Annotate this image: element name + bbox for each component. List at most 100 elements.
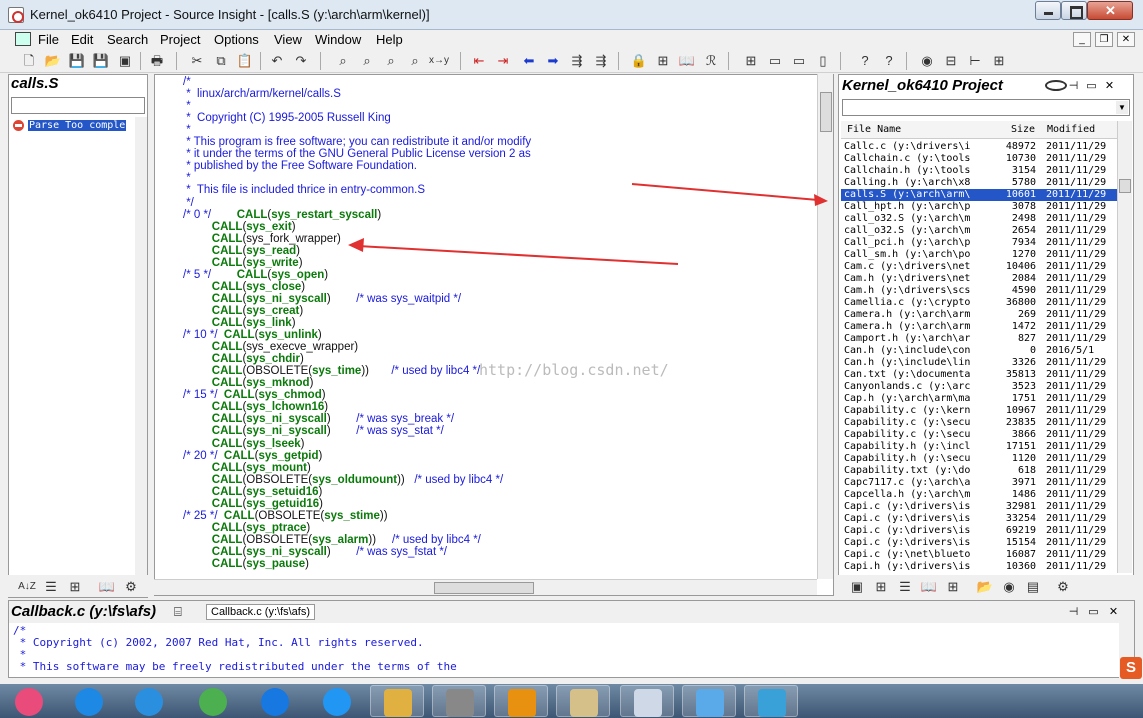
table-row[interactable]: Camellia.c (y:\crypto 36800 2011/11/29 <box>841 297 1117 309</box>
symbol-list[interactable]: Parse Too comple <box>11 117 133 577</box>
taskbar-app[interactable] <box>248 685 302 717</box>
search-project-icon[interactable]: ⌕ <box>382 52 400 70</box>
context-window-icon[interactable]: ⊟ <box>942 52 960 70</box>
sort-alpha-icon[interactable]: A↓Z <box>18 578 36 596</box>
table-row[interactable]: Camera.h (y:\arch\arm 1472 2011/11/29 <box>841 321 1117 333</box>
redo-icon[interactable]: ↷ <box>292 52 310 70</box>
list-item[interactable]: Parse Too comple <box>13 119 127 132</box>
taskbar-app[interactable] <box>122 685 176 717</box>
table-row[interactable]: calls.S (y:\arch\arm\ 10601 2011/11/29 <box>841 189 1117 201</box>
table-row[interactable]: Capi.c (y:\drivers\is 32981 2011/11/29 <box>841 501 1117 513</box>
table-row[interactable]: Call_pci.h (y:\arch\p 7934 2011/11/29 <box>841 237 1117 249</box>
file-list-icon[interactable]: ▣ <box>848 578 866 596</box>
table-row[interactable]: Capcella.h (y:\arch\m 1486 2011/11/29 <box>841 489 1117 501</box>
table-row[interactable]: Can.h (y:\include\con 0 2016/5/1 <box>841 345 1117 357</box>
jump-back-icon[interactable]: ⇶ <box>592 52 610 70</box>
category-icon[interactable]: ⊞ <box>66 578 84 596</box>
new-file-icon[interactable]: 🗋 <box>20 52 38 70</box>
menu-options[interactable]: Options <box>214 32 259 47</box>
context-symbol-icon[interactable]: ⌸ <box>174 604 182 620</box>
menu-edit[interactable]: Edit <box>71 32 93 47</box>
menu-view[interactable]: View <box>274 32 302 47</box>
editor-horizontal-scrollbar[interactable] <box>154 579 817 595</box>
print-icon[interactable]: 🖶 <box>148 52 166 70</box>
save-all-icon[interactable]: 💾 <box>92 52 110 70</box>
whats-this-icon[interactable]: ? <box>880 52 898 70</box>
column-modified[interactable]: Modified <box>1047 124 1095 135</box>
pin-icon[interactable]: ⊣ <box>1067 80 1080 93</box>
table-row[interactable]: Callchain.h (y:\tools 3154 2011/11/29 <box>841 165 1117 177</box>
mdi-minimize-button[interactable]: _ <box>1073 32 1091 47</box>
grid-view-icon[interactable]: ⊞ <box>872 578 890 596</box>
symbol-filter-input[interactable] <box>11 97 145 114</box>
context-help-icon[interactable]: ? <box>856 52 874 70</box>
table-row[interactable]: call_o32.S (y:\arch\m 2498 2011/11/29 <box>841 213 1117 225</box>
column-size[interactable]: Size <box>1011 124 1035 135</box>
table-row[interactable]: Capability.c (y:\secu 23835 2011/11/29 <box>841 417 1117 429</box>
menu-search[interactable]: Search <box>107 32 148 47</box>
book-icon[interactable]: 📖 <box>678 52 696 70</box>
table-row[interactable]: Capi.c (y:\drivers\is 69219 2011/11/29 <box>841 525 1117 537</box>
replace-icon[interactable]: x→y <box>428 52 450 70</box>
bookmark-next-icon[interactable]: ⇥ <box>494 52 512 70</box>
table-row[interactable]: Cam.h (y:\drivers\scs 4590 2011/11/29 <box>841 285 1117 297</box>
pane-minimize-button[interactable]: ▭ <box>1085 80 1098 93</box>
window-list-icon[interactable]: ▭ <box>766 52 784 70</box>
table-row[interactable]: Capability.c (y:\secu 3866 2011/11/29 <box>841 429 1117 441</box>
cascade-icon[interactable]: ▭ <box>790 52 808 70</box>
pane-minimize-button[interactable]: ▭ <box>1087 606 1100 619</box>
menu-window[interactable]: Window <box>315 32 361 47</box>
search-icon[interactable]: ⌕ <box>334 52 352 70</box>
search-files-icon[interactable]: ⌕ <box>358 52 376 70</box>
column-file-name[interactable]: File Name <box>847 124 901 135</box>
symbol-window-icon[interactable]: ⊢ <box>966 52 984 70</box>
file-list[interactable]: Callc.c (y:\drivers\i 48972 2011/11/29 Call… <box>841 141 1117 573</box>
relation-window-icon[interactable]: ⊞ <box>990 52 1008 70</box>
taskbar-app[interactable] <box>186 685 240 717</box>
list-view-icon[interactable]: ☰ <box>42 578 60 596</box>
table-row[interactable]: Callchain.c (y:\tools 10730 2011/11/29 <box>841 153 1117 165</box>
copy-icon[interactable]: ⧉ <box>212 52 230 70</box>
taskbar-app[interactable] <box>370 685 424 717</box>
paste-icon[interactable]: 📋 <box>236 52 254 70</box>
table-row[interactable]: Capi.h (y:\drivers\is 10360 2011/11/29 <box>841 561 1117 573</box>
table-row[interactable]: Cam.c (y:\drivers\net 10406 2011/11/29 <box>841 261 1117 273</box>
table-row[interactable]: Calling.h (y:\arch\x8 5780 2011/11/29 <box>841 177 1117 189</box>
table-row[interactable]: call_o32.S (y:\arch\m 2654 2011/11/29 <box>841 225 1117 237</box>
details-icon[interactable]: ▤ <box>1024 578 1042 596</box>
list-view-icon[interactable]: ☰ <box>896 578 914 596</box>
back-icon[interactable]: ⬅ <box>520 52 538 70</box>
pane-close-button[interactable]: ✕ <box>1107 606 1120 619</box>
close-file-icon[interactable]: ▣ <box>116 52 134 70</box>
table-row[interactable]: Capi.c (y:\drivers\is 33254 2011/11/29 <box>841 513 1117 525</box>
table-row[interactable]: Camport.h (y:\arch\ar 827 2011/11/29 <box>841 333 1117 345</box>
table-row[interactable]: Call_hpt.h (y:\arch\p 3078 2011/11/29 <box>841 201 1117 213</box>
table-row[interactable]: Capability.h (y:\secu 1120 2011/11/29 <box>841 453 1117 465</box>
book-icon[interactable]: 📖 <box>920 578 938 596</box>
taskbar-app[interactable] <box>494 685 548 717</box>
table-row[interactable]: Canyonlands.c (y:\arc 3523 2011/11/29 <box>841 381 1117 393</box>
category-icon[interactable]: ⊞ <box>944 578 962 596</box>
taskbar-app[interactable] <box>2 685 56 717</box>
taskbar-app[interactable] <box>556 685 610 717</box>
relation-icon[interactable]: ℛ <box>702 52 720 70</box>
table-row[interactable]: Capability.c (y:\kern 10967 2011/11/29 <box>841 405 1117 417</box>
symbol-scrollbar[interactable] <box>135 117 147 577</box>
editor-vertical-scrollbar[interactable] <box>817 74 833 579</box>
settings-icon[interactable]: ⚙ <box>122 578 140 596</box>
table-row[interactable]: Can.h (y:\include\lin 3326 2011/11/29 <box>841 357 1117 369</box>
forward-icon[interactable]: ➡ <box>544 52 562 70</box>
source-editor[interactable]: /* * linux/arch/arm/kernel/calls.S * * C… <box>154 74 834 596</box>
open-folder-icon[interactable]: 📂 <box>44 52 62 70</box>
project-window-icon[interactable]: ◉ <box>918 52 936 70</box>
minimize-button[interactable] <box>1035 1 1061 20</box>
maximize-button[interactable] <box>1061 1 1087 20</box>
taskbar-app[interactable] <box>62 685 116 717</box>
table-row[interactable]: Camera.h (y:\arch\arm 269 2011/11/29 <box>841 309 1117 321</box>
lookup-references-icon[interactable]: ⌕ <box>406 52 424 70</box>
open-folder-icon[interactable]: 📂 <box>976 578 994 596</box>
table-row[interactable]: Call_sm.h (y:\arch\po 1270 2011/11/29 <box>841 249 1117 261</box>
undo-icon[interactable]: ↶ <box>268 52 286 70</box>
document-icon[interactable] <box>15 32 31 46</box>
menu-help[interactable]: Help <box>376 32 403 47</box>
